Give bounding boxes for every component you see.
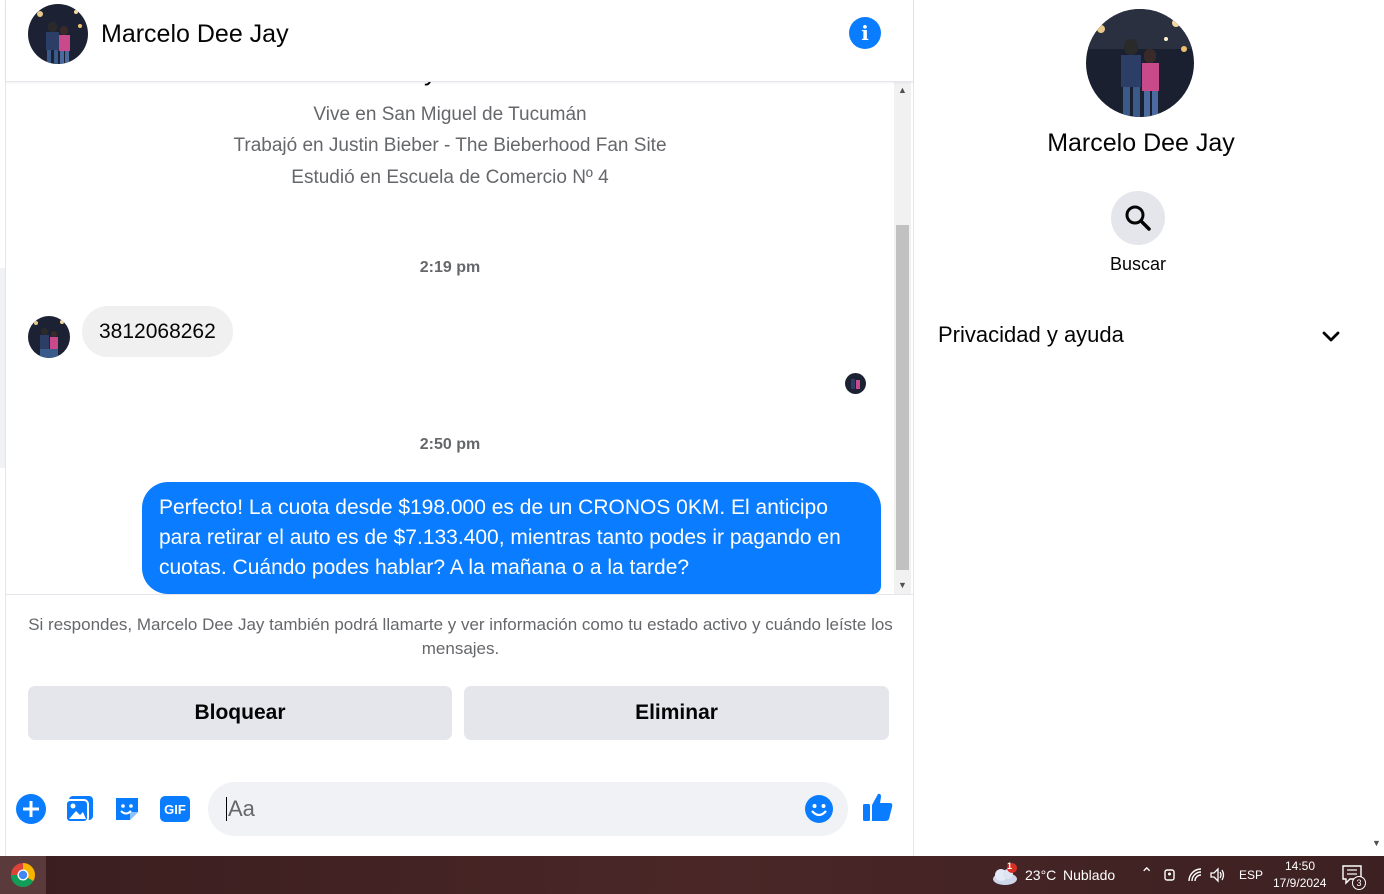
- photo-icon[interactable]: [63, 792, 97, 826]
- profile-avatar[interactable]: [1086, 9, 1194, 117]
- chevron-down-icon[interactable]: [1320, 326, 1342, 348]
- weather-badge: 1: [1007, 861, 1013, 871]
- chat-panel: Marcelo Dee Jay i y Vive en San Miguel d…: [6, 0, 914, 856]
- gif-label: GIF: [164, 802, 186, 817]
- weather-desc[interactable]: Nublado: [1063, 867, 1115, 883]
- incoming-message[interactable]: 3812068262: [82, 306, 233, 357]
- scroll-down-arrow-icon[interactable]: ▼: [894, 577, 911, 594]
- profile-education: Estudió en Escuela de Comercio Nº 4: [291, 167, 609, 188]
- emoji-icon[interactable]: [804, 794, 834, 824]
- gif-icon[interactable]: GIF: [158, 792, 192, 826]
- like-icon[interactable]: [861, 790, 895, 824]
- scroll-down-arrow-icon[interactable]: ▼: [1372, 838, 1381, 848]
- message-scrollbar[interactable]: ▲ ▼: [894, 82, 911, 594]
- timestamp: 2:19 pm: [419, 259, 481, 276]
- chrome-icon[interactable]: [0, 856, 46, 894]
- wifi-icon[interactable]: [1187, 867, 1203, 883]
- profile-name: Marcelo Dee Jay: [1047, 129, 1235, 157]
- block-button[interactable]: Bloquear: [28, 686, 452, 740]
- weather-cloud-icon[interactable]: [991, 863, 1019, 887]
- contact-name[interactable]: Marcelo Dee Jay: [101, 20, 289, 49]
- search-icon: [1125, 205, 1151, 231]
- volume-icon[interactable]: [1209, 867, 1227, 883]
- sender-avatar[interactable]: [28, 316, 70, 358]
- message-input[interactable]: Aa: [208, 782, 848, 836]
- chevron-up-icon[interactable]: ⌃: [1140, 864, 1153, 884]
- profile-location: Vive en San Miguel de Tucumán: [313, 104, 587, 125]
- divider: [6, 594, 913, 595]
- request-notice: Si respondes, Marcelo Dee Jay también po…: [28, 615, 893, 658]
- timestamp: 2:50 pm: [419, 436, 481, 453]
- delete-button[interactable]: Eliminar: [464, 686, 889, 740]
- message-input-placeholder: Aa: [228, 796, 255, 821]
- contact-avatar[interactable]: [28, 4, 88, 64]
- taskbar: 1 23°C Nublado ⌃ ESP 14:50 17/9/2024 3: [0, 856, 1384, 894]
- privacy-section-toggle[interactable]: Privacidad y ayuda: [938, 322, 1124, 348]
- meet-now-icon[interactable]: [1163, 867, 1177, 883]
- scroll-up-arrow-icon[interactable]: ▲: [894, 82, 911, 99]
- chat-header: Marcelo Dee Jay i: [6, 0, 913, 82]
- profile-work: Trabajó en Justin Bieber - The Bieberhoo…: [233, 135, 667, 156]
- text-caret: [226, 797, 227, 821]
- sticker-icon[interactable]: [110, 792, 144, 826]
- outgoing-message[interactable]: Perfecto! La cuota desde $198.000 es de …: [142, 482, 881, 594]
- contact-info-panel: Marcelo Dee Jay Buscar Privacidad y ayud…: [914, 0, 1368, 856]
- language-indicator[interactable]: ESP: [1239, 868, 1263, 882]
- plus-icon[interactable]: [14, 792, 48, 826]
- scrollbar-thumb[interactable]: [896, 225, 909, 570]
- search-label: Buscar: [1109, 254, 1167, 274]
- message-list: y Vive en San Miguel de Tucumán Trabajó …: [6, 82, 894, 594]
- clock-time[interactable]: 14:50: [1285, 859, 1315, 873]
- notification-count: 3: [1352, 876, 1366, 890]
- seen-indicator-avatar: [845, 373, 866, 394]
- profile-name-partial: y: [424, 82, 437, 87]
- clock-date[interactable]: 17/9/2024: [1273, 876, 1326, 890]
- weather-temp[interactable]: 23°C: [1025, 867, 1056, 883]
- page-scrollbar[interactable]: ▼: [1368, 0, 1384, 856]
- search-button[interactable]: [1111, 191, 1165, 245]
- info-icon[interactable]: i: [849, 17, 881, 49]
